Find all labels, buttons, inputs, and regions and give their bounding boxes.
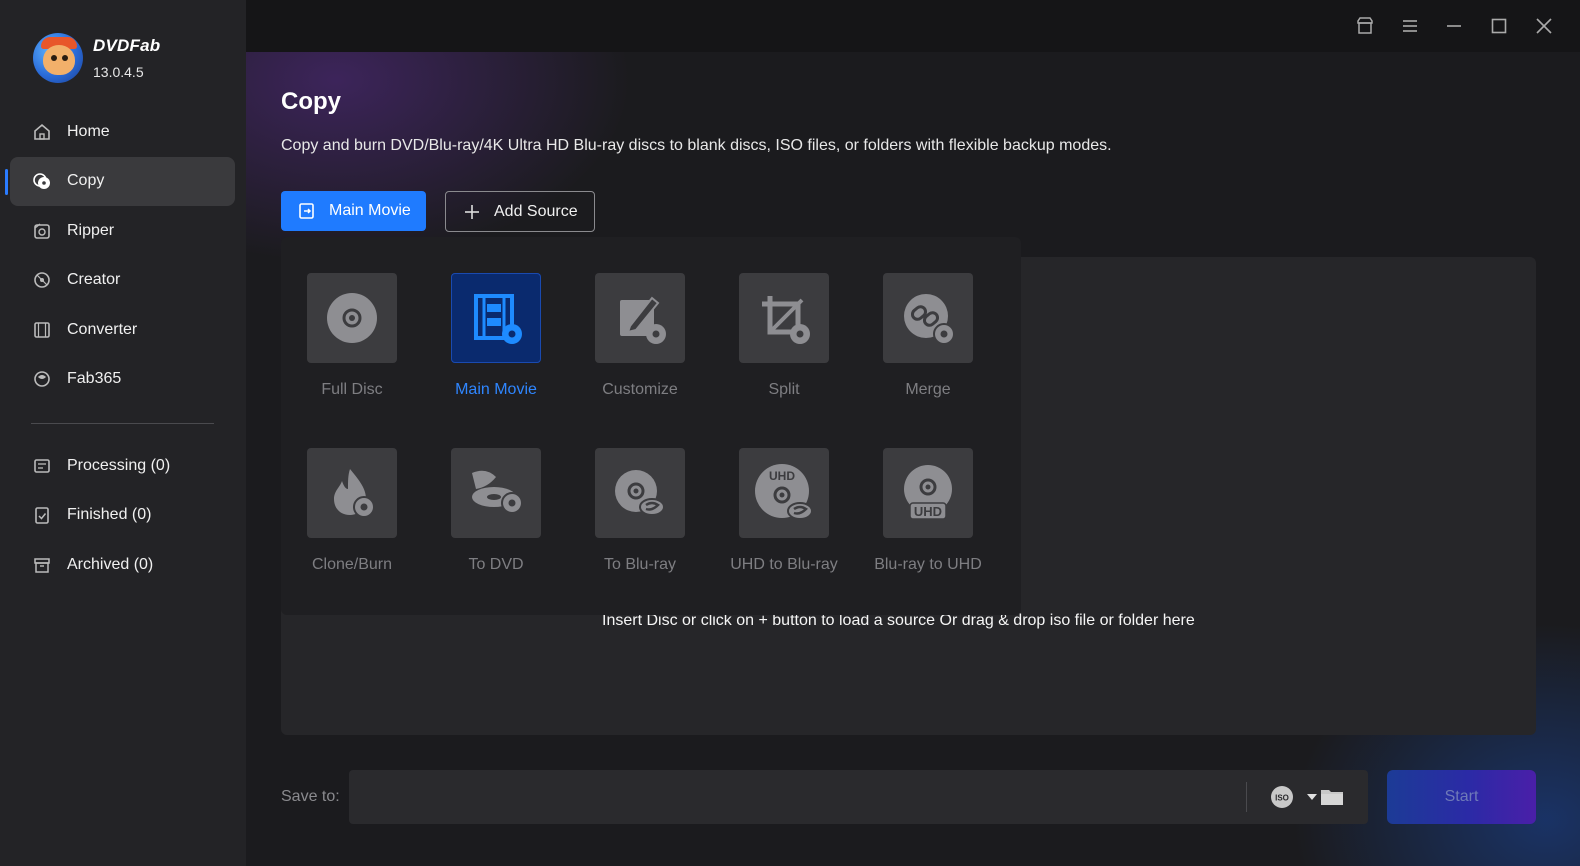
menu-icon[interactable] xyxy=(1396,12,1424,40)
app-name: DVDFab xyxy=(93,36,161,55)
folder-output-icon[interactable] xyxy=(1319,784,1345,810)
sidebar-item-label: Creator xyxy=(67,271,121,289)
mode-label: Full Disc xyxy=(321,381,383,398)
start-button[interactable]: Start xyxy=(1387,770,1536,824)
customize-icon xyxy=(595,273,685,363)
mode-label: To DVD xyxy=(468,556,524,573)
sidebar-item-label: Home xyxy=(67,122,110,140)
mode-bluray-to-uhd[interactable]: UHD Blu-ray to UHD xyxy=(863,448,993,574)
mode-label: Split xyxy=(768,381,800,398)
sidebar-item-archived[interactable]: Archived (0) xyxy=(10,540,235,590)
copy-mode-button[interactable]: Main Movie xyxy=(281,191,426,231)
caret-down-icon[interactable] xyxy=(1305,790,1319,809)
sidebar-item-copy[interactable]: Copy xyxy=(5,156,235,206)
maximize-icon[interactable] xyxy=(1485,12,1513,40)
add-source-button[interactable]: Add Source xyxy=(445,191,595,232)
page-description: Copy and burn DVD/Blu-ray/4K Ultra HD Bl… xyxy=(281,137,1112,154)
finished-icon xyxy=(32,505,52,525)
sidebar-item-label: Fab365 xyxy=(67,370,122,388)
save-separator xyxy=(1246,782,1247,812)
title-bar xyxy=(246,0,1580,52)
svg-text:UHD: UHD xyxy=(914,504,942,519)
mode-switch-icon xyxy=(298,202,316,220)
main-nav: Home Copy Ripper Creator Converter Fab36… xyxy=(5,107,235,405)
main-content: Copy Copy and burn DVD/Blu-ray/4K Ultra … xyxy=(246,0,1580,866)
mode-customize[interactable]: Customize xyxy=(575,273,705,399)
fab365-icon xyxy=(32,369,52,389)
main-movie-icon xyxy=(451,273,541,363)
minimize-icon[interactable] xyxy=(1440,12,1468,40)
save-to-label: Save to: xyxy=(281,788,340,805)
sidebar-item-label: Converter xyxy=(67,320,138,338)
sidebar-item-label: Finished (0) xyxy=(67,506,152,524)
processing-icon xyxy=(32,456,52,476)
plus-icon xyxy=(463,203,481,221)
sidebar-item-creator[interactable]: Creator xyxy=(10,256,235,306)
svg-text:UHD: UHD xyxy=(769,469,795,483)
archived-icon xyxy=(32,555,52,575)
dvdfab-logo xyxy=(33,33,83,83)
merge-icon xyxy=(883,273,973,363)
copy-mode-label: Main Movie xyxy=(329,202,411,219)
nav-divider xyxy=(31,423,214,424)
mode-label: To Blu-ray xyxy=(603,556,677,573)
sidebar-item-ripper[interactable]: Ripper xyxy=(10,206,235,256)
close-icon[interactable] xyxy=(1530,12,1558,40)
bluray-to-uhd-icon: UHD xyxy=(883,448,973,538)
page-title: Copy xyxy=(281,88,341,115)
uhd-to-bluray-icon: UHD xyxy=(739,448,829,538)
to-dvd-icon xyxy=(451,448,541,538)
converter-film-icon xyxy=(32,320,52,340)
mode-split[interactable]: Split xyxy=(719,273,849,399)
creator-icon xyxy=(32,270,52,290)
sidebar-item-label: Archived (0) xyxy=(67,555,154,573)
sidebar-item-fab365[interactable]: Fab365 xyxy=(10,355,235,405)
split-icon xyxy=(739,273,829,363)
mode-label: Blu-ray to UHD xyxy=(874,556,982,573)
sidebar-item-finished[interactable]: Finished (0) xyxy=(10,491,235,541)
mode-main-movie[interactable]: Main Movie xyxy=(431,273,561,399)
mode-merge[interactable]: Merge xyxy=(863,273,993,399)
mode-to-bluray[interactable]: To Blu-ray xyxy=(575,448,705,574)
mode-uhd-to-bluray[interactable]: UHD UHD to Blu-ray xyxy=(719,448,849,574)
mode-label: Clone/Burn xyxy=(311,556,393,573)
add-source-label: Add Source xyxy=(494,202,578,220)
shop-icon[interactable] xyxy=(1351,12,1379,40)
save-path-dropdown[interactable]: ISO xyxy=(349,770,1368,824)
app-version: 13.0.4.5 xyxy=(93,64,144,80)
clone-burn-icon xyxy=(307,448,397,538)
mode-label: Merge xyxy=(905,381,951,398)
copy-mode-panel: Full Disc Main Movie Customize Split Mer… xyxy=(281,237,1021,615)
sidebar-item-processing[interactable]: Processing (0) xyxy=(10,441,235,491)
mode-full-disc[interactable]: Full Disc xyxy=(287,273,417,399)
iso-text: ISO xyxy=(1275,794,1289,803)
full-disc-icon xyxy=(307,273,397,363)
mode-to-dvd[interactable]: To DVD xyxy=(431,448,561,574)
mode-clone-burn[interactable]: Clone/Burn xyxy=(287,448,417,574)
queue-nav: Processing (0) Finished (0) Archived (0) xyxy=(10,441,235,590)
ripper-icon xyxy=(32,221,52,241)
sidebar-item-home[interactable]: Home xyxy=(10,107,235,157)
sidebar: DVDFab 13.0.4.5 Home Copy Ripper Creator… xyxy=(0,0,246,866)
sidebar-item-label: Ripper xyxy=(67,221,115,239)
mode-label: Customize xyxy=(602,381,678,398)
sidebar-item-label: Processing (0) xyxy=(67,456,171,474)
sidebar-item-label: Copy xyxy=(67,172,105,190)
sidebar-item-converter[interactable]: Converter xyxy=(10,305,235,355)
iso-output-icon[interactable]: ISO xyxy=(1269,784,1295,810)
mode-label: UHD to Blu-ray xyxy=(730,556,838,573)
mode-label: Main Movie xyxy=(455,381,537,398)
to-bluray-icon xyxy=(595,448,685,538)
brand: DVDFab 13.0.4.5 xyxy=(33,33,160,83)
home-icon xyxy=(32,122,52,142)
copy-disc-icon xyxy=(32,171,52,191)
